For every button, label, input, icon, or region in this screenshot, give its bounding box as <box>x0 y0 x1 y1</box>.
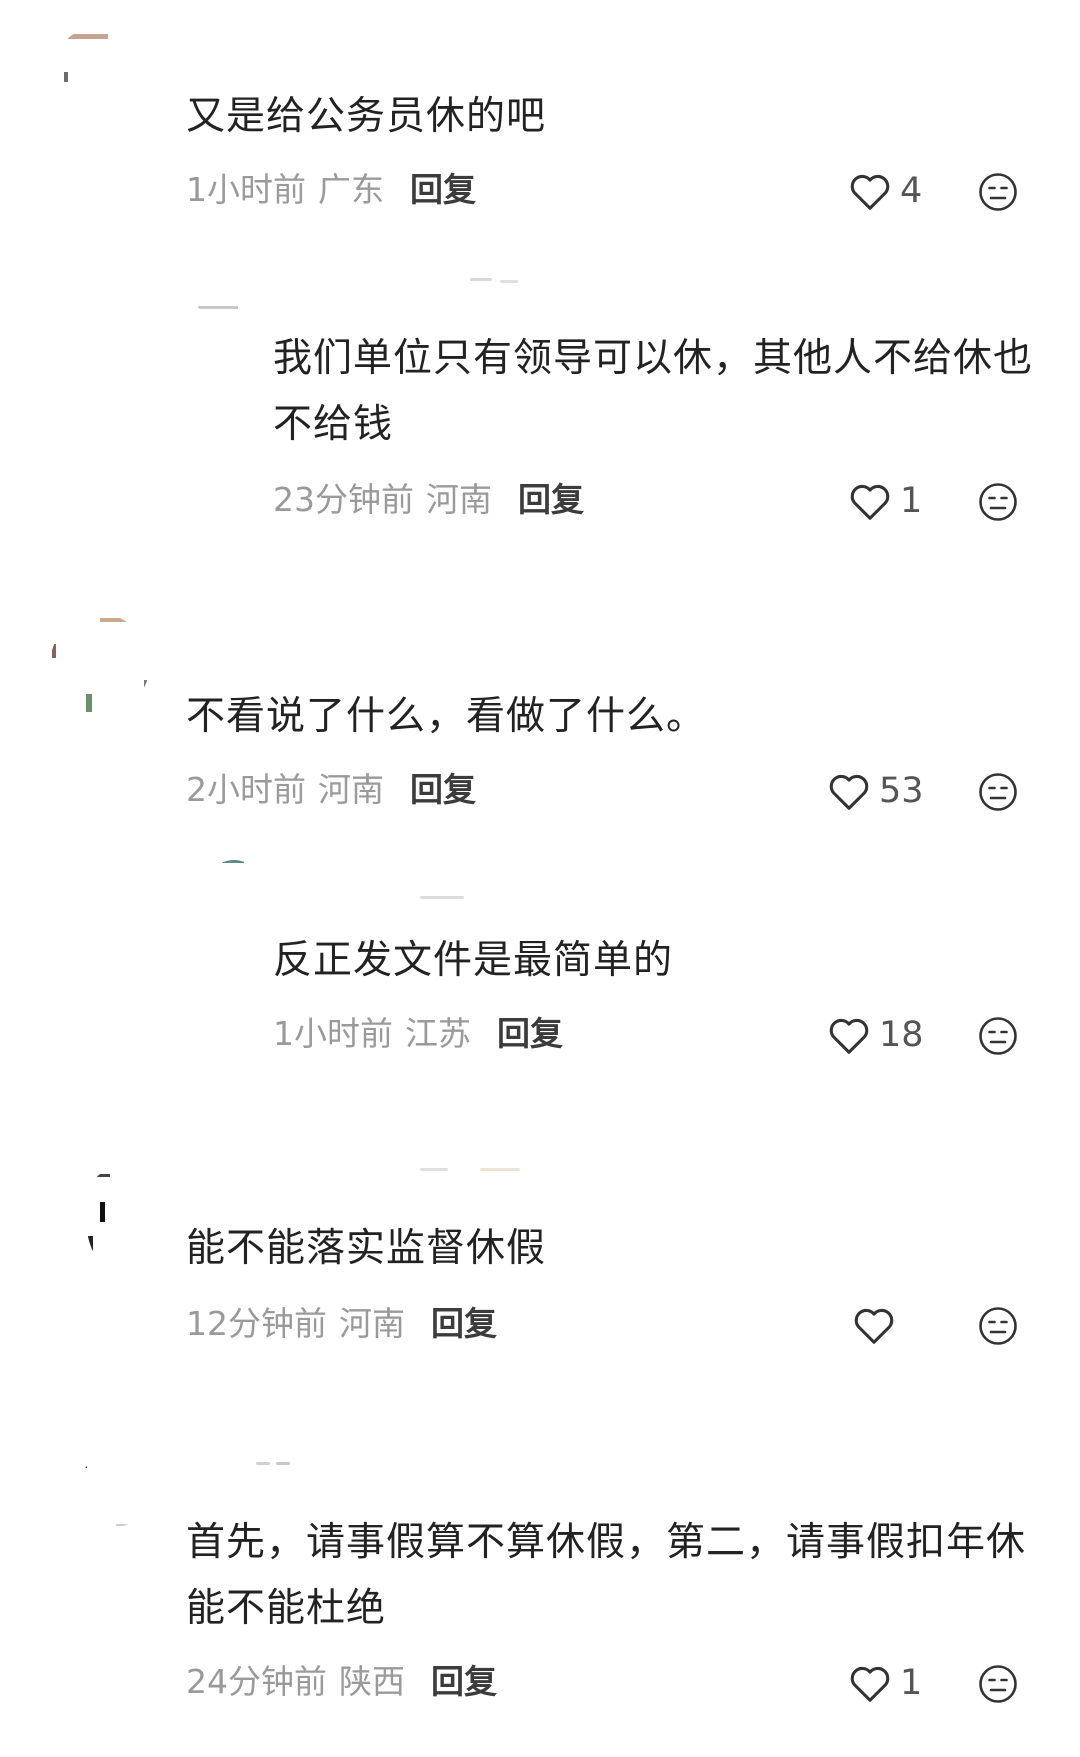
comment-text: 反正发文件是最简单的 <box>273 938 674 983</box>
comment-time: 1小时前 <box>273 1014 393 1053</box>
like-button[interactable] <box>852 1301 904 1349</box>
like-count: 1 <box>900 481 923 521</box>
comment-time: 23分钟前 <box>273 480 414 519</box>
comment-text: 我们单位只有领导可以休，其他人不给休也不给钱 <box>273 336 1034 447</box>
comment-location: 河南 <box>426 480 492 519</box>
like-button[interactable]: 1 <box>848 1659 922 1707</box>
like-count: 18 <box>879 1015 924 1055</box>
comment-meta: 12分钟前 河南 回复 <box>186 1304 497 1344</box>
comment-meta: 2小时前 河南 回复 <box>186 770 476 810</box>
comment-text: 又是给公务员休的吧 <box>186 94 547 139</box>
like-count: 53 <box>879 771 924 811</box>
comment-text: 首先，请事假算不算休假，第二，请事假扣年休能不能杜绝 <box>186 1520 1027 1631</box>
neutral-face-icon[interactable] <box>978 1664 1018 1704</box>
neutral-face-icon[interactable] <box>978 1306 1018 1346</box>
like-button[interactable]: 53 <box>827 767 924 815</box>
comment-location: 陕西 <box>339 1662 405 1701</box>
comment-time: 12分钟前 <box>186 1304 327 1343</box>
neutral-face-icon[interactable] <box>978 172 1018 212</box>
heart-outline-icon <box>852 1305 896 1345</box>
comment-location: 广东 <box>318 170 384 209</box>
username <box>256 1462 316 1476</box>
neutral-face-icon[interactable] <box>978 772 1018 812</box>
comment-time: 24分钟前 <box>186 1662 327 1701</box>
like-button[interactable]: 18 <box>827 1011 924 1059</box>
avatar[interactable] <box>86 1172 126 1262</box>
comment-meta: 1小时前 广东 回复 <box>186 170 476 210</box>
heart-outline-icon <box>827 1015 871 1055</box>
avatar[interactable] <box>76 1456 148 1528</box>
like-button[interactable]: 1 <box>848 477 922 525</box>
avatar[interactable] <box>192 262 248 318</box>
comment-location: 河南 <box>339 1304 405 1343</box>
comment-time: 1小时前 <box>186 170 306 209</box>
heart-outline-icon <box>827 771 871 811</box>
comment-meta: 23分钟前 河南 回复 <box>273 480 584 520</box>
comment-location: 河南 <box>318 770 384 809</box>
heart-outline-icon <box>848 481 892 521</box>
heart-outline-icon <box>848 171 892 211</box>
username <box>420 896 480 910</box>
heart-outline-icon <box>848 1663 892 1703</box>
comment-time: 2小时前 <box>186 770 306 809</box>
neutral-face-icon[interactable] <box>978 482 1018 522</box>
comment-meta: 24分钟前 陕西 回复 <box>186 1662 497 1702</box>
reply-button[interactable]: 回复 <box>431 1304 497 1343</box>
username <box>420 1168 530 1182</box>
reply-button[interactable]: 回复 <box>431 1662 497 1701</box>
comment-location: 江苏 <box>405 1014 471 1053</box>
comment-text: 能不能落实监督休假 <box>186 1226 547 1271</box>
reply-button[interactable]: 回复 <box>410 170 476 209</box>
username <box>470 278 530 292</box>
like-count: 1 <box>900 1663 923 1703</box>
reply-button[interactable]: 回复 <box>518 480 584 519</box>
reply-button[interactable]: 回复 <box>410 770 476 809</box>
avatar[interactable] <box>206 860 262 916</box>
reply-button[interactable]: 回复 <box>497 1014 563 1053</box>
comment-meta: 1小时前 江苏 回复 <box>273 1014 563 1054</box>
avatar[interactable] <box>58 28 128 98</box>
neutral-face-icon[interactable] <box>978 1016 1018 1056</box>
avatar[interactable] <box>50 614 150 714</box>
like-count: 4 <box>900 171 923 211</box>
comment-text: 不看说了什么，看做了什么。 <box>186 694 707 739</box>
like-button[interactable]: 4 <box>848 167 922 215</box>
